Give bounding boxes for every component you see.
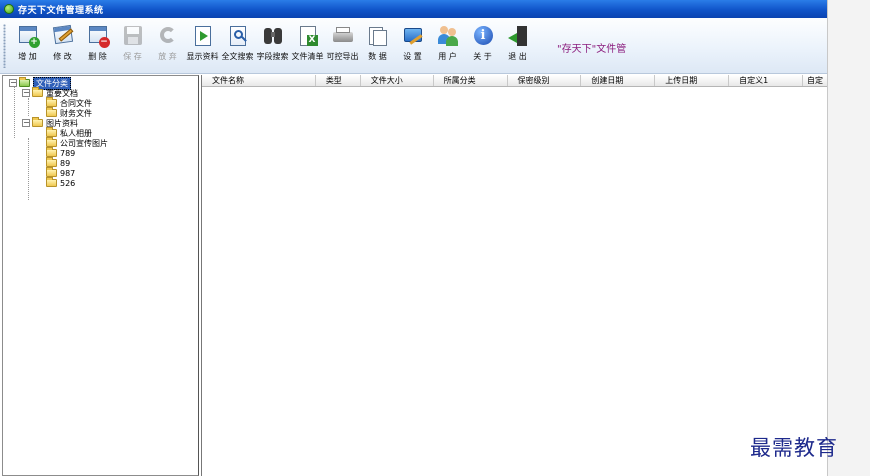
collapse-toggle[interactable]: − bbox=[22, 119, 30, 127]
tree-node-89[interactable]: 89 bbox=[3, 157, 198, 168]
file-list[interactable]: 文件名称 类型 文件大小 所属分类 保密级别 创建日期 上传日期 自定义1 自定 bbox=[201, 75, 827, 476]
column-header-custom-2[interactable]: 自定 bbox=[803, 75, 827, 86]
tree-node-important-docs[interactable]: − 重要文档 bbox=[3, 87, 198, 98]
fulltext-search-button[interactable]: 全文搜索 bbox=[220, 18, 255, 72]
column-header-file-size[interactable]: 文件大小 bbox=[361, 75, 434, 86]
root-folder-icon bbox=[19, 77, 30, 87]
save-button[interactable]: 保 存 bbox=[115, 18, 150, 72]
undo-icon bbox=[156, 24, 180, 48]
collapse-toggle[interactable]: − bbox=[22, 89, 30, 97]
fulltext-search-icon bbox=[226, 24, 250, 48]
settings-button[interactable]: 设 置 bbox=[395, 18, 430, 72]
tree-node-789[interactable]: 789 bbox=[3, 147, 198, 158]
folder-icon bbox=[46, 167, 57, 177]
undo-button[interactable]: 放 弃 bbox=[150, 18, 185, 72]
file-list-icon: X bbox=[296, 24, 320, 48]
about-button[interactable]: i 关 于 bbox=[465, 18, 500, 72]
toolbar-grip[interactable] bbox=[3, 24, 6, 68]
tree-node-contracts[interactable]: 合同文件 bbox=[3, 97, 198, 108]
app-logo-icon bbox=[4, 4, 14, 14]
title-bar: 存天下文件管理系统 bbox=[0, 0, 827, 18]
users-button[interactable]: 用 户 bbox=[430, 18, 465, 72]
folder-icon bbox=[46, 157, 57, 167]
file-list-header: 文件名称 类型 文件大小 所属分类 保密级别 创建日期 上传日期 自定义1 自定 bbox=[202, 75, 827, 87]
file-list-button[interactable]: X 文件清单 bbox=[290, 18, 325, 72]
exit-button[interactable]: 退 出 bbox=[500, 18, 535, 72]
field-search-button[interactable]: 字段搜索 bbox=[255, 18, 290, 72]
binoculars-icon bbox=[261, 24, 285, 48]
edit-icon bbox=[51, 24, 75, 48]
edit-button[interactable]: 修 改 bbox=[45, 18, 80, 72]
category-tree[interactable]: − 文件分类 − 重要文档 合同文件 财务文件 − 图片资料 私人相册 公司宣传… bbox=[2, 75, 199, 476]
save-icon bbox=[121, 24, 145, 48]
data-icon bbox=[366, 24, 390, 48]
users-icon bbox=[436, 24, 460, 48]
watermark: 最需教育 bbox=[750, 436, 838, 460]
add-button[interactable]: + 增 加 bbox=[10, 18, 45, 72]
settings-icon bbox=[401, 24, 425, 48]
toolbar-slogan: "存天下"文件管 bbox=[557, 44, 627, 55]
show-data-button[interactable]: 显示资料 bbox=[185, 18, 220, 72]
tree-node-promo-images[interactable]: 公司宣传图片 bbox=[3, 137, 198, 148]
column-header-custom-1[interactable]: 自定义1 bbox=[729, 75, 804, 86]
folder-icon bbox=[46, 177, 57, 187]
folder-icon bbox=[46, 97, 57, 107]
column-header-security-level[interactable]: 保密级别 bbox=[508, 75, 582, 86]
window-title: 存天下文件管理系统 bbox=[18, 5, 104, 16]
tree-node-526[interactable]: 526 bbox=[3, 177, 198, 188]
delete-button[interactable]: − 删 除 bbox=[80, 18, 115, 72]
folder-icon bbox=[46, 147, 57, 157]
main-window: 存天下文件管理系统 + 增 加 修 改 − 删 除 保 存 放 弃 显示资料 全… bbox=[0, 0, 828, 476]
add-icon: + bbox=[16, 24, 40, 48]
folder-icon bbox=[46, 107, 57, 117]
folder-icon bbox=[32, 87, 43, 97]
folder-icon bbox=[46, 127, 57, 137]
show-data-icon bbox=[191, 24, 215, 48]
info-icon: i bbox=[471, 24, 495, 48]
column-header-category[interactable]: 所属分类 bbox=[434, 75, 508, 86]
folder-icon bbox=[32, 117, 43, 127]
tree-node-987[interactable]: 987 bbox=[3, 167, 198, 178]
tree-node-private-album[interactable]: 私人相册 bbox=[3, 127, 198, 138]
data-button[interactable]: 数 据 bbox=[360, 18, 395, 72]
exit-icon bbox=[506, 24, 530, 48]
column-header-file-name[interactable]: 文件名称 bbox=[202, 75, 316, 86]
collapse-toggle[interactable]: − bbox=[9, 79, 17, 87]
column-header-upload-date[interactable]: 上传日期 bbox=[655, 75, 730, 86]
toolbar: + 增 加 修 改 − 删 除 保 存 放 弃 显示资料 全文搜索 字段搜索 X… bbox=[0, 18, 827, 74]
delete-icon: − bbox=[86, 24, 110, 48]
tree-node-pictures[interactable]: − 图片资料 bbox=[3, 117, 198, 128]
column-header-created-date[interactable]: 创建日期 bbox=[581, 75, 656, 86]
folder-icon bbox=[46, 137, 57, 147]
export-button[interactable]: 可控导出 bbox=[325, 18, 360, 72]
column-header-type[interactable]: 类型 bbox=[316, 75, 361, 86]
export-icon bbox=[331, 24, 355, 48]
